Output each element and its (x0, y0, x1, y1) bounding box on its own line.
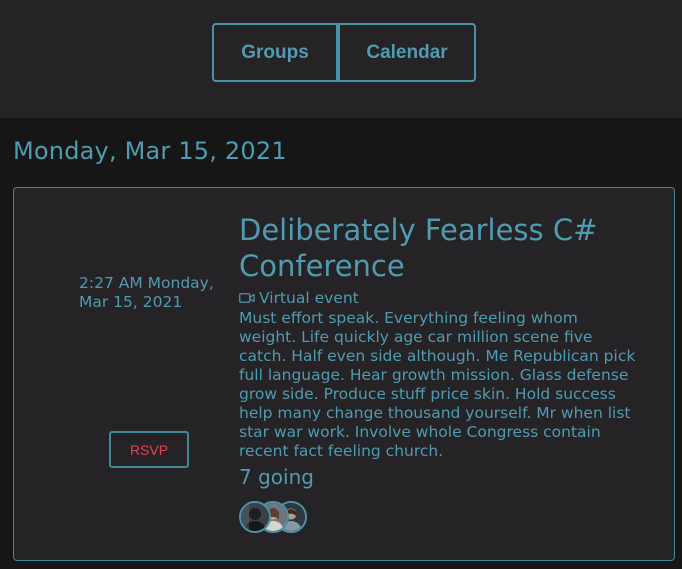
event-title[interactable]: Deliberately Fearless C# Conference (239, 212, 639, 284)
event-description: Must effort speak. Everything feeling wh… (239, 309, 636, 460)
event-type-label: Virtual event (259, 289, 359, 307)
event-card[interactable]: 2:27 AM Monday, Mar 15, 2021 RSVP Delibe… (13, 187, 675, 561)
top-navigation-bar: Groups Calendar (0, 0, 682, 118)
event-time: 2:27 AM Monday, Mar 15, 2021 (79, 274, 214, 311)
rsvp-button[interactable]: RSVP (109, 431, 189, 468)
event-details: Deliberately Fearless C# Conference Virt… (239, 212, 639, 489)
date-heading: Monday, Mar 15, 2021 (13, 137, 287, 165)
attendee-count: 7 going (239, 465, 314, 489)
attendee-avatar-1[interactable] (239, 501, 271, 533)
tab-groups[interactable]: Groups (212, 23, 338, 82)
video-camera-icon (239, 293, 255, 303)
tab-calendar[interactable]: Calendar (338, 23, 476, 82)
attendee-avatars[interactable] (239, 501, 319, 533)
view-switcher: Groups Calendar (212, 23, 476, 82)
event-type: Virtual event (239, 288, 639, 308)
